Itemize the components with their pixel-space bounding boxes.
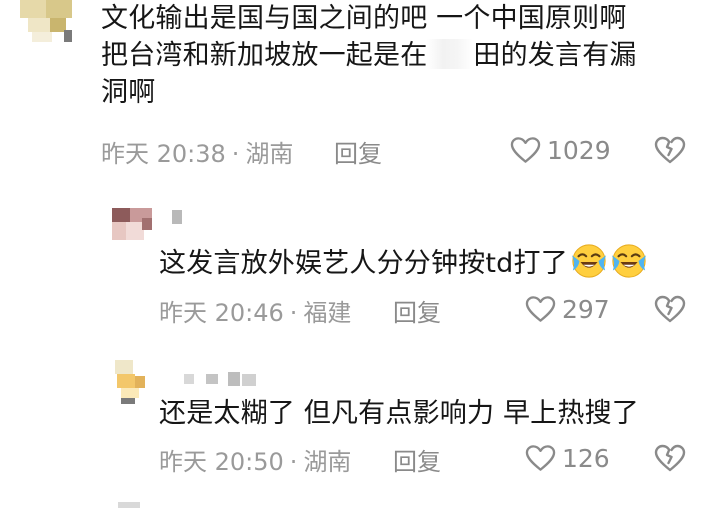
comment-text: 还是太糊了 但凡有点影响力 早上热搜了 [159,395,639,432]
comment-location: 湖南 [245,140,294,168]
comment-text-line: 还是太糊了 但凡有点影响力 早上热搜了 [159,398,639,429]
comment-location: 福建 [303,299,352,327]
like-button[interactable]: 297 [525,292,610,326]
like-count: 297 [562,294,610,324]
avatar[interactable] [112,208,152,240]
comment-text-line: 洞啊 [101,77,156,108]
avatar[interactable] [20,0,72,44]
like-count: 1029 [547,135,611,165]
like-button[interactable]: 1029 [510,133,611,167]
like-button[interactable]: 126 [525,441,610,475]
comment-time: 昨天 20:50 [159,448,284,476]
comment-time: 昨天 20:38 [101,140,226,168]
comment-text-line: 这发言放外娱艺人分分钟按td打了 [159,248,568,279]
broken-heart-outline-icon[interactable] [654,293,686,325]
meta-separator: · [289,299,298,327]
comment-meta: 昨天 20:46 · 福建 [159,293,351,328]
comment-text-line: 把台湾和新加坡放一起是在 田的发言有漏 [101,39,637,71]
comment-item: 这发言放外娱艺人分分钟按td打了 昨天 20:46 · 福建 回复 297 [0,200,714,340]
comment-text: 这发言放外娱艺人分分钟按td打了 [159,242,648,282]
next-avatar-partial [118,502,140,508]
heart-outline-icon [525,445,556,471]
username-blurred [184,372,264,386]
comment-location: 湖南 [303,448,352,476]
heart-outline-icon [510,137,541,163]
avatar[interactable] [113,360,147,404]
comment-text: 文化输出是国与国之间的吧 一个中国原则啊 把台湾和新加坡放一起是在 田的发言有漏 … [101,0,637,111]
broken-heart-outline-icon[interactable] [654,442,686,474]
reply-button[interactable]: 回复 [393,442,441,477]
comment-item: 文化输出是国与国之间的吧 一个中国原则啊 把台湾和新加坡放一起是在 田的发言有漏 … [0,0,714,190]
reply-button[interactable]: 回复 [393,293,441,328]
redacted-text [427,39,474,69]
heart-outline-icon [525,296,556,322]
crying-laughing-emoji [571,244,607,278]
broken-heart-outline-icon[interactable] [654,134,686,166]
comment-item: 还是太糊了 但凡有点影响力 早上热搜了 昨天 20:50 · 湖南 回复 126 [0,352,714,492]
comment-meta: 昨天 20:50 · 湖南 [159,442,351,477]
meta-separator: · [289,448,298,476]
comment-time: 昨天 20:46 [159,299,284,327]
meta-separator: · [231,140,240,168]
reply-button[interactable]: 回复 [334,134,382,169]
comment-meta: 昨天 20:38 · 湖南 [101,134,293,169]
username-blurred [172,210,188,224]
like-count: 126 [562,443,610,473]
crying-laughing-emoji [611,244,647,278]
comment-text-line: 文化输出是国与国之间的吧 一个中国原则啊 [101,3,627,34]
